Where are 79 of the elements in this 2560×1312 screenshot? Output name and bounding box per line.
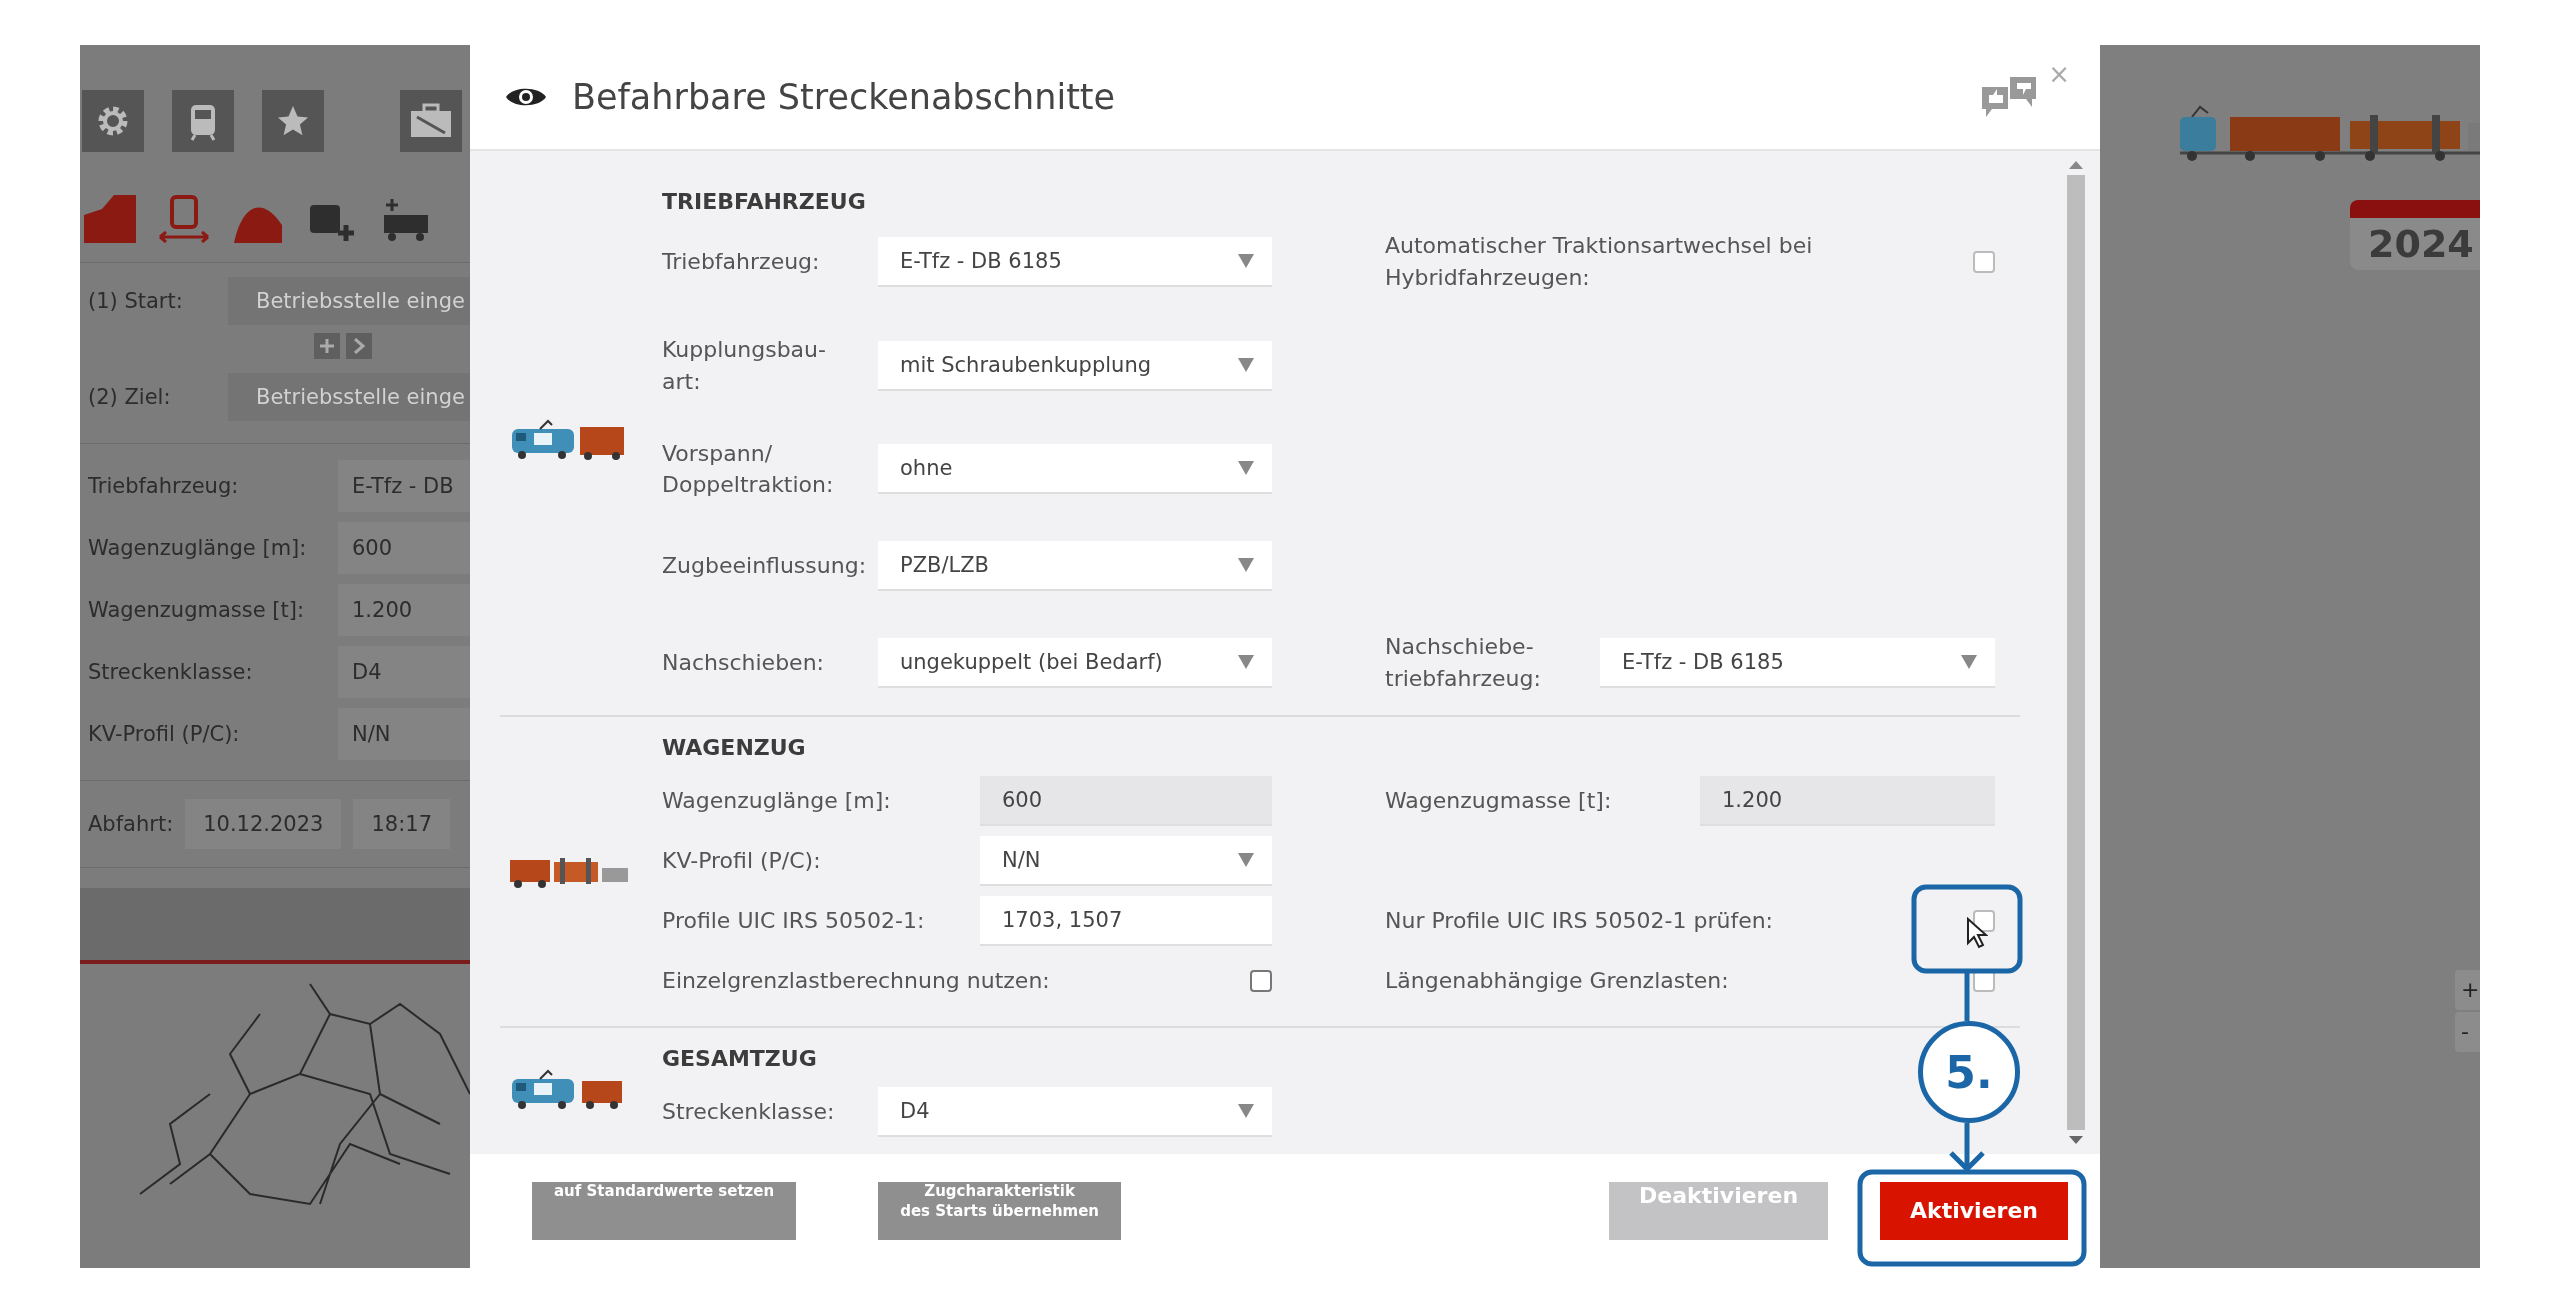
footer-button[interactable]: auf Standardwerte setzen — [532, 1182, 797, 1240]
favorites-button[interactable] — [262, 90, 324, 152]
scroll-down-icon[interactable] — [2069, 1136, 2083, 1144]
summary-label: Triebfahrzeug: — [88, 474, 240, 498]
dropdown[interactable]: PZB/LZB — [878, 541, 1272, 592]
section-heading: GESAMTZUG — [662, 1046, 818, 1072]
connector-line — [1964, 973, 1970, 1021]
field-label: Streckenklasse: — [662, 1098, 836, 1127]
checkbox[interactable] — [1250, 970, 1272, 993]
summary-label: Streckenklasse: — [88, 660, 254, 684]
caret-icon — [1238, 655, 1254, 670]
station-input[interactable]: Betriebsstelle einge — [228, 373, 470, 421]
readonly-field: 1.200 — [1700, 776, 1995, 827]
add-stop-button[interactable] — [314, 333, 340, 359]
caret-icon — [1238, 853, 1254, 868]
dropdown[interactable]: ohne — [878, 444, 1272, 495]
calendar-badge[interactable]: 2024 — [2350, 200, 2480, 270]
readonly-field: 600 — [980, 776, 1272, 827]
field-label: Nur Profile UIC IRS 50502-1 prüfen: — [1385, 907, 1774, 936]
settings-button[interactable] — [82, 90, 144, 152]
summary-label: Wagenzuglänge [m]: — [88, 536, 308, 560]
cursor-icon — [1966, 917, 1988, 949]
dropdown[interactable]: E-Tfz - DB 6185 — [1600, 638, 1995, 689]
summary-value: N/N — [338, 708, 470, 760]
caret-icon — [1961, 655, 1977, 670]
field-label: Wagenzugmasse [t]: — [1385, 787, 1613, 816]
departure-label: Abfahrt: — [88, 812, 174, 836]
input-field[interactable]: 1703, 1507 — [980, 896, 1272, 947]
caret-icon — [1238, 1104, 1254, 1119]
checkbox[interactable] — [1973, 250, 1995, 273]
summary-value: 600 — [338, 522, 470, 574]
toolbox-icon — [409, 103, 453, 139]
field-label: Wagenzuglänge [m]: — [662, 787, 892, 816]
route-label: (1) Start: — [88, 289, 184, 313]
field-label: Einzelgrenzlastberechnung nutzen: — [662, 967, 1050, 996]
tram-button[interactable] — [172, 90, 234, 152]
zoom-out-button[interactable]: - — [2455, 1012, 2480, 1052]
field-label: KV-Profil (P/C): — [662, 847, 822, 876]
plus-icon — [319, 338, 335, 354]
dropdown[interactable]: ungekuppelt (bei Bedarf) — [878, 638, 1272, 689]
dropdown[interactable]: E-Tfz - DB 6185 — [878, 236, 1272, 287]
route-label: (2) Ziel: — [88, 385, 172, 409]
date-field[interactable]: 10.12.2023 — [185, 799, 342, 849]
section-heading: WAGENZUG — [662, 735, 807, 761]
caret-icon — [1238, 357, 1254, 372]
field-label: Zugbeeinflussung: — [662, 552, 868, 581]
caret-icon — [1238, 461, 1254, 476]
time-field[interactable]: 18:17 — [353, 799, 450, 849]
toolbox-button[interactable] — [400, 90, 462, 152]
field-label: Profile UIC IRS 50502-1: — [662, 907, 926, 936]
field-label: Längenabhängige Grenzlasten: — [1385, 967, 1729, 996]
dialog-title: Befahrbare Streckenabschnitte — [572, 77, 1117, 117]
caret-icon — [1238, 558, 1254, 573]
summary-label: Wagenzugmasse [t]: — [88, 598, 305, 622]
expand-button[interactable] — [346, 333, 372, 359]
field-label: Automatischer Traktionsartwechsel bei Hybridfahrzeugen: — [1385, 232, 1813, 292]
summary-value: E-Tfz - DB — [338, 460, 470, 512]
field-label: Nachschieben: — [662, 649, 825, 678]
station-input[interactable]: Betriebsstelle einge — [228, 277, 470, 325]
footer-button[interactable]: Zugcharakteristik des Starts übernehmen — [878, 1182, 1122, 1240]
chevron-right-icon — [353, 338, 365, 354]
scrollbar[interactable] — [2066, 161, 2086, 1144]
dropdown[interactable]: D4 — [878, 1087, 1272, 1138]
activate-button[interactable]: Aktivieren — [1880, 1182, 2068, 1240]
dropdown[interactable]: N/N — [980, 836, 1272, 887]
summary-label: KV-Profil (P/C): — [88, 722, 241, 746]
summary-value: D4 — [338, 646, 470, 698]
scroll-up-icon[interactable] — [2069, 161, 2083, 169]
field-label: Triebfahrzeug: — [662, 247, 821, 276]
mountain-icon[interactable] — [84, 195, 136, 243]
field-label: Nachschiebe- triebfahrzeug: — [1385, 633, 1542, 694]
field-label: Kupplungsbau- art: — [662, 335, 827, 396]
zoom-in-button[interactable]: + — [2455, 970, 2480, 1010]
summary-value: 1.200 — [338, 584, 470, 636]
train-width-icon[interactable] — [158, 195, 210, 243]
section-heading: TRIEBFAHRZEUG — [662, 189, 867, 214]
caret-icon — [1238, 253, 1254, 268]
field-label: Vorspann/ Doppeltraktion: — [662, 439, 835, 500]
dropdown[interactable]: mit Schraubenkupplung — [878, 340, 1272, 391]
